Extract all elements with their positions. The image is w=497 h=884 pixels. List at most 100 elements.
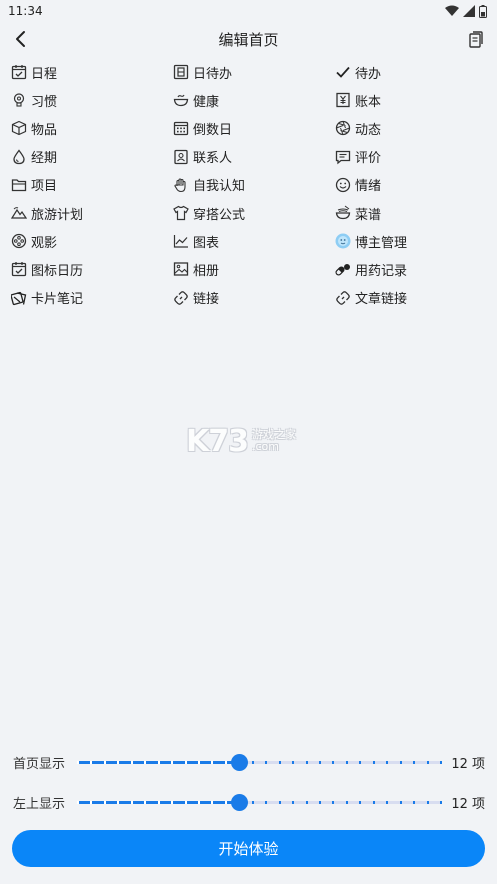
folder-icon [10, 176, 27, 193]
module-label: 情绪 [355, 179, 382, 195]
slider-tick [90, 761, 93, 764]
slider-thumb[interactable] [231, 754, 249, 771]
slider-tick [318, 761, 321, 764]
module-label: 图表 [193, 235, 220, 251]
module-item-moments[interactable]: 动态 [334, 114, 490, 142]
module-label: 文章链接 [355, 292, 408, 308]
home-display-slider-row: 首页显示 12 项 [0, 750, 497, 774]
module-item-review[interactable]: 评价 [334, 143, 490, 171]
module-item-mood[interactable]: 情绪 [334, 171, 490, 199]
module-label: 日待办 [193, 66, 233, 82]
slider-tick [171, 801, 174, 804]
slider-count: 12 项 [451, 757, 485, 772]
module-item-countdown[interactable]: 倒数日 [172, 114, 334, 142]
cards-icon [10, 289, 27, 306]
module-label: 经期 [31, 151, 58, 167]
slider-tick [224, 801, 227, 804]
module-item-habit[interactable]: 习惯 [10, 86, 172, 114]
module-label: 账本 [355, 94, 382, 110]
link-icon [172, 289, 189, 306]
module-label: 评价 [355, 151, 382, 167]
module-item-icon-calendar[interactable]: 图标日历 [10, 255, 172, 283]
module-label: 卡片笔记 [31, 292, 84, 308]
slider-tick [278, 761, 281, 764]
module-item-charts[interactable]: 图表 [172, 227, 334, 255]
start-experience-button[interactable]: 开始体验 [12, 830, 485, 867]
slider-tick [211, 801, 214, 804]
slider-tick [413, 801, 416, 804]
module-label: 图标日历 [31, 263, 84, 279]
module-item-todo[interactable]: 待办 [334, 58, 490, 86]
calendar-check-icon [10, 261, 27, 278]
module-item-recipe[interactable]: 菜谱 [334, 199, 490, 227]
lightbulb-icon [10, 92, 27, 109]
module-item-goods[interactable]: 物品 [10, 114, 172, 142]
image-icon [172, 261, 189, 278]
module-item-schedule[interactable]: 日程 [10, 58, 172, 86]
slider-tick [157, 761, 160, 764]
module-label: 待办 [355, 66, 382, 82]
slider-tick [251, 801, 254, 804]
module-item-contacts[interactable]: 联系人 [172, 143, 334, 171]
slider-tick [399, 801, 402, 804]
slider-tick [171, 761, 174, 764]
module-label: 倒数日 [193, 122, 233, 138]
module-item-album[interactable]: 相册 [172, 255, 334, 283]
calendar-grid-icon [172, 120, 189, 137]
pages-button[interactable] [465, 28, 487, 50]
slider-count: 12 项 [451, 797, 485, 812]
slider-tick [77, 801, 79, 804]
module-item-card-notes[interactable]: 卡片笔记 [10, 284, 172, 312]
drop-icon [10, 148, 27, 165]
module-label: 菜谱 [355, 207, 382, 223]
module-item-health[interactable]: 健康 [172, 86, 334, 114]
film-reel-icon [10, 233, 27, 250]
daily-todo-icon [172, 64, 189, 81]
watermark: K73 游戏之家 .com [186, 424, 316, 459]
module-item-daily-todo[interactable]: 日待办 [172, 58, 334, 86]
slider-tick [292, 801, 295, 804]
module-item-blogger-management[interactable]: 博主管理 [334, 227, 490, 255]
module-item-period[interactable]: 经期 [10, 143, 172, 171]
home-display-slider[interactable] [77, 754, 442, 771]
header: 编辑首页 [0, 22, 497, 56]
module-item-medication[interactable]: 用药记录 [334, 255, 490, 283]
module-item-self-awareness[interactable]: 自我认知 [172, 171, 334, 199]
slider-tick [399, 761, 402, 764]
module-item-outfit[interactable]: 穿搭公式 [172, 199, 334, 227]
module-label: 穿搭公式 [193, 207, 246, 223]
slider-tick [440, 801, 442, 804]
slider-tick [77, 761, 79, 764]
slider-tick [117, 761, 120, 764]
top-left-display-slider[interactable] [77, 794, 442, 811]
slider-tick [345, 761, 348, 764]
module-label: 自我认知 [193, 179, 246, 195]
slider-thumb[interactable] [231, 794, 249, 811]
slider-tick [197, 801, 200, 804]
copy-document-icon [469, 30, 483, 48]
module-item-ledger[interactable]: 账本 [334, 86, 490, 114]
comment-icon [334, 148, 351, 165]
module-item-travel-plan[interactable]: 旅游计划 [10, 199, 172, 227]
page-title: 编辑首页 [218, 31, 279, 49]
module-item-movies[interactable]: 观影 [10, 227, 172, 255]
hand-icon [172, 176, 189, 193]
battery-icon [479, 4, 487, 18]
slider-tick [265, 761, 268, 764]
line-chart-icon [172, 233, 189, 250]
slider-tick [144, 801, 147, 804]
module-label: 习惯 [31, 94, 58, 110]
slider-tick [332, 801, 335, 804]
slider-tick [130, 761, 133, 764]
slider-tick [103, 761, 106, 764]
module-item-project[interactable]: 项目 [10, 171, 172, 199]
slider-tick [372, 801, 375, 804]
slider-tick [359, 801, 362, 804]
slider-tick [292, 761, 295, 764]
slider-label: 首页显示 [13, 757, 66, 772]
module-item-links[interactable]: 链接 [172, 284, 334, 312]
module-item-article-links[interactable]: 文章链接 [334, 284, 490, 312]
slider-tick [345, 801, 348, 804]
slider-tick [251, 761, 254, 764]
module-label: 观影 [31, 235, 58, 251]
